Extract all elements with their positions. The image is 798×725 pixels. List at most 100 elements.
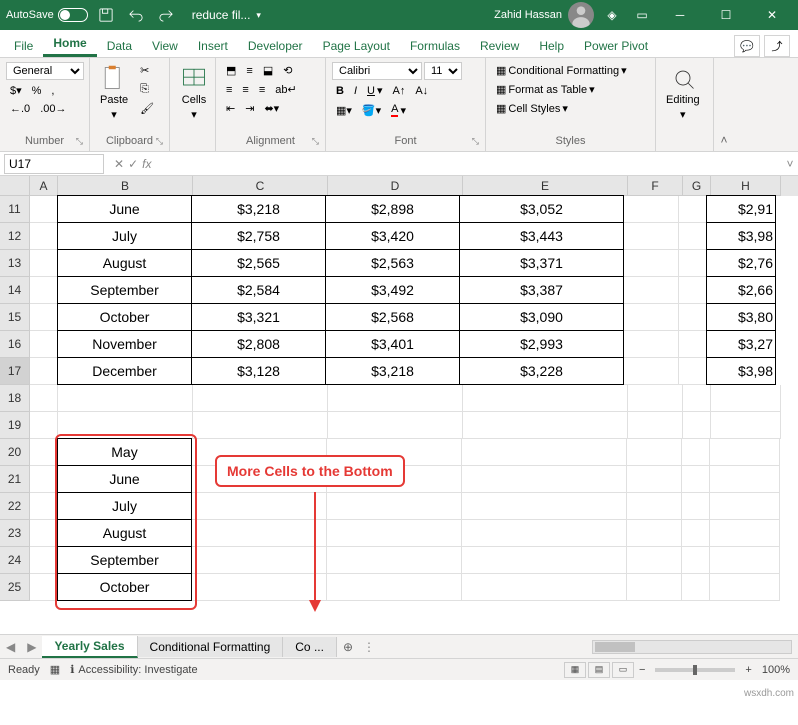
cell[interactable]: $3,371 — [459, 249, 624, 277]
tab-formulas[interactable]: Formulas — [400, 35, 470, 57]
redo-icon[interactable] — [154, 3, 178, 27]
cell[interactable]: June — [57, 465, 192, 493]
cell[interactable]: $2,758 — [191, 222, 326, 250]
cell[interactable]: $3,218 — [325, 357, 460, 385]
horizontal-scrollbar[interactable] — [592, 640, 792, 654]
cell[interactable]: July — [57, 222, 192, 250]
row-header[interactable]: 12 — [0, 223, 30, 250]
select-all-corner[interactable] — [0, 176, 30, 196]
cell-styles-button[interactable]: ▦ Cell Styles▾ — [492, 100, 572, 117]
page-break-view-icon[interactable]: ▭ — [612, 662, 634, 678]
alignment-launcher-icon[interactable]: ⤡ — [312, 136, 319, 147]
undo-icon[interactable] — [124, 3, 148, 27]
cell[interactable]: $2,563 — [325, 249, 460, 277]
tab-data[interactable]: Data — [97, 35, 142, 57]
cell[interactable]: $2,898 — [325, 195, 460, 223]
align-left-icon[interactable]: ≡ — [222, 82, 236, 98]
cell[interactable]: $2,808 — [191, 330, 326, 358]
expand-formula-icon[interactable]: ˅ — [782, 157, 798, 171]
col-header-g[interactable]: G — [683, 176, 711, 196]
col-header-e[interactable]: E — [463, 176, 628, 196]
increase-decimal-icon[interactable]: ←.0 — [6, 101, 34, 117]
close-icon[interactable]: ✕ — [752, 0, 792, 30]
comments-icon[interactable]: 💬 — [734, 35, 760, 57]
sheet-nav-next-icon[interactable]: ▶ — [21, 640, 42, 654]
format-as-table-button[interactable]: ▦ Format as Table▾ — [492, 81, 599, 98]
user-name[interactable]: Zahid Hassan — [494, 9, 562, 21]
decrease-indent-icon[interactable]: ⇤ — [222, 100, 239, 117]
percent-icon[interactable]: % — [28, 83, 46, 99]
align-center-icon[interactable]: ≡ — [238, 82, 252, 98]
cell[interactable]: August — [57, 519, 192, 547]
zoom-level[interactable]: 100% — [762, 664, 790, 676]
row-header[interactable]: 13 — [0, 250, 30, 277]
font-name-select[interactable]: Calibri — [332, 62, 422, 80]
copy-icon[interactable]: ⎘ — [136, 81, 158, 98]
wrap-text-icon[interactable]: ab↵ — [271, 81, 300, 98]
col-header-h[interactable]: H — [711, 176, 781, 196]
align-top-icon[interactable]: ⬒ — [222, 62, 240, 79]
cell[interactable]: $3,090 — [459, 303, 624, 331]
tab-help[interactable]: Help — [529, 35, 574, 57]
cell[interactable]: $3,98 — [706, 222, 776, 250]
fill-color-icon[interactable]: 🪣▾ — [358, 102, 385, 119]
row-header[interactable]: 24 — [0, 547, 30, 574]
cell[interactable]: $2,584 — [191, 276, 326, 304]
row-header[interactable]: 15 — [0, 304, 30, 331]
row-header[interactable]: 22 — [0, 493, 30, 520]
sheet-tab-yearly[interactable]: Yearly Sales — [42, 636, 137, 658]
format-painter-icon[interactable]: 🖌 — [136, 100, 158, 117]
diamond-icon[interactable]: ◈ — [600, 3, 624, 27]
cell[interactable]: $2,565 — [191, 249, 326, 277]
borders-icon[interactable]: ▦▾ — [332, 102, 356, 119]
cell[interactable]: October — [57, 303, 192, 331]
cell[interactable]: $3,228 — [459, 357, 624, 385]
tab-file[interactable]: File — [4, 35, 43, 57]
name-box[interactable] — [4, 154, 104, 174]
decrease-decimal-icon[interactable]: .00→ — [36, 101, 70, 117]
formula-input[interactable] — [157, 155, 782, 173]
cell[interactable]: August — [57, 249, 192, 277]
row-header[interactable]: 20 — [0, 439, 30, 466]
maximize-icon[interactable]: ☐ — [706, 0, 746, 30]
cell[interactable]: $3,492 — [325, 276, 460, 304]
align-right-icon[interactable]: ≡ — [255, 82, 269, 98]
accessibility-icon[interactable]: ℹ — [70, 663, 74, 676]
cut-icon[interactable]: ✂ — [136, 62, 158, 79]
zoom-slider[interactable] — [655, 668, 735, 672]
avatar[interactable] — [568, 2, 594, 28]
row-header[interactable]: 11 — [0, 196, 30, 223]
row-header[interactable]: 16 — [0, 331, 30, 358]
sheet-tab-more[interactable]: Co ... — [283, 637, 337, 657]
save-icon[interactable] — [94, 3, 118, 27]
cell[interactable]: September — [57, 546, 192, 574]
enter-formula-icon[interactable]: ✓ — [128, 157, 138, 171]
collapse-ribbon-icon[interactable]: ˄ — [714, 58, 734, 151]
col-header-b[interactable]: B — [58, 176, 193, 196]
font-launcher-icon[interactable]: ⤡ — [472, 136, 479, 147]
cell[interactable]: July — [57, 492, 192, 520]
row-header[interactable]: 17 — [0, 358, 30, 385]
col-header-a[interactable]: A — [30, 176, 58, 196]
page-layout-view-icon[interactable]: ▤ — [588, 662, 610, 678]
cell[interactable]: September — [57, 276, 192, 304]
align-middle-icon[interactable]: ≡ — [242, 63, 256, 79]
col-header-f[interactable]: F — [628, 176, 683, 196]
paste-button[interactable]: Paste▾ — [96, 62, 132, 123]
number-format-select[interactable]: General — [6, 62, 84, 80]
font-size-select[interactable]: 11 — [424, 62, 462, 80]
cell[interactable]: $3,27 — [706, 330, 776, 358]
sheet-tab-condfmt[interactable]: Conditional Formatting — [138, 637, 284, 657]
cell[interactable]: October — [57, 573, 192, 601]
cells-button[interactable]: Cells▾ — [176, 62, 212, 123]
row-header[interactable]: 25 — [0, 574, 30, 601]
comma-icon[interactable]: , — [47, 83, 58, 99]
tab-view[interactable]: View — [142, 35, 188, 57]
cell[interactable]: $3,218 — [191, 195, 326, 223]
cell[interactable]: $3,052 — [459, 195, 624, 223]
row-header[interactable]: 14 — [0, 277, 30, 304]
row-header[interactable]: 23 — [0, 520, 30, 547]
zoom-in-icon[interactable]: + — [741, 664, 755, 676]
cell[interactable]: $2,66 — [706, 276, 776, 304]
decrease-font-icon[interactable]: A↓ — [411, 83, 432, 99]
